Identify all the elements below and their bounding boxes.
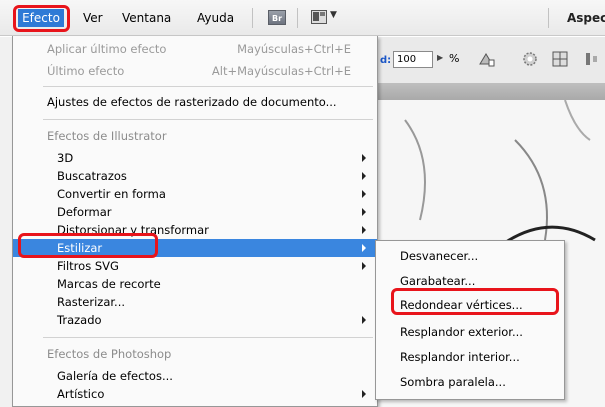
menu-item-last-effect: Último efecto Alt+Mayúsculas+Ctrl+E (13, 62, 377, 80)
submenu-arrow-icon (362, 316, 366, 324)
document-tab-bar[interactable] (375, 83, 605, 100)
bridge-button[interactable]: Br (268, 10, 286, 25)
submenu-arrow-icon (362, 244, 366, 252)
menu-item-label: Convertir en forma (57, 187, 166, 201)
menu-item-artistico[interactable]: Artístico (13, 385, 377, 403)
menu-item-label: Deformar (57, 205, 112, 219)
chevron-right-icon[interactable]: ▶ (437, 53, 443, 62)
menu-ver[interactable]: Ver (83, 9, 103, 27)
submenu-arrow-icon (362, 172, 366, 180)
menu-item-label: Buscatrazos (57, 169, 127, 183)
submenu-item-label: Sombra paralela... (400, 375, 506, 389)
menu-ventana[interactable]: Ventana (122, 9, 171, 27)
submenu-item-label: Desvanecer... (400, 249, 479, 263)
submenu-arrow-icon (362, 208, 366, 216)
zoom-label: d: (380, 55, 392, 66)
menu-item-label: Marcas de recorte (57, 277, 161, 291)
submenu-item-label: Resplandor interior... (400, 350, 520, 364)
zoom-input[interactable]: 100 (393, 51, 433, 68)
submenu-item-desvanecer[interactable]: Desvanecer... (376, 245, 564, 267)
menu-item-label: 3D (57, 151, 74, 165)
submenu-arrow-icon (362, 190, 366, 198)
menu-item-shortcut: Mayúsculas+Ctrl+E (237, 42, 351, 56)
grid-icon[interactable] (551, 50, 569, 68)
submenu-item-label: Resplandor exterior... (400, 325, 523, 339)
menu-item-label: Rasterizar... (57, 295, 126, 309)
submenu-arrow-icon (362, 226, 366, 234)
menu-separator (252, 8, 253, 28)
illustrator-effects-header: Efectos de Illustrator (13, 127, 377, 145)
aspect-label: Aspect (567, 11, 605, 25)
annotation-ring-redondear (391, 288, 559, 315)
submenu-item-resplandor-exterior[interactable]: Resplandor exterior... (376, 321, 564, 343)
menu-item-3d[interactable]: 3D (13, 149, 377, 167)
menu-item-apply-last-effect: Aplicar último efecto Mayúsculas+Ctrl+E (13, 40, 377, 58)
menu-separator (43, 86, 373, 87)
menu-item-shortcut: Alt+Mayúsculas+Ctrl+E (211, 64, 351, 78)
submenu-arrow-icon (362, 262, 366, 270)
menu-item-label: Trazado (57, 313, 102, 327)
menu-item-galeria-de-efectos[interactable]: Galería de efectos... (13, 367, 377, 385)
workspace-icon[interactable] (311, 10, 327, 25)
menu-item-rasterizar[interactable]: Rasterizar... (13, 293, 377, 311)
chevron-down-icon[interactable]: ▼ (330, 10, 337, 20)
annotation-ring-efecto (13, 5, 70, 32)
control-bar: d: 100 ▶ % (375, 37, 605, 83)
efecto-dropdown-menu: Aplicar último efecto Mayúsculas+Ctrl+E … (12, 36, 378, 407)
submenu-arrow-icon (362, 154, 366, 162)
menu-item-label: Último efecto (47, 64, 125, 78)
gear-icon[interactable] (521, 50, 539, 68)
menu-item-label: Ajustes de efectos de rasterizado de doc… (47, 95, 337, 109)
align-icon[interactable] (583, 50, 601, 68)
menu-item-filtros-svg[interactable]: Filtros SVG (13, 257, 377, 275)
menu-item-label: Aplicar último efecto (47, 42, 167, 56)
submenu-arrow-icon (362, 390, 366, 398)
menu-item-deformar[interactable]: Deformar (13, 203, 377, 221)
left-panel-edge (0, 37, 12, 407)
menu-item-convertir-en-forma[interactable]: Convertir en forma (13, 185, 377, 203)
menu-ayuda[interactable]: Ayuda (197, 9, 234, 27)
menu-item-label: Galería de efectos... (57, 369, 173, 383)
pen-tool-icon[interactable] (477, 50, 495, 68)
section-label: Efectos de Illustrator (47, 129, 167, 143)
menu-item-marcas-de-recorte[interactable]: Marcas de recorte (13, 275, 377, 293)
photoshop-effects-header: Efectos de Photoshop (13, 345, 377, 363)
menu-item-label: Filtros SVG (57, 259, 119, 273)
estilizar-submenu: Desvanecer... Garabatear... Redondear vé… (375, 240, 565, 400)
menu-item-buscatrazos[interactable]: Buscatrazos (13, 167, 377, 185)
percent-label: % (449, 52, 460, 65)
submenu-item-resplandor-interior[interactable]: Resplandor interior... (376, 346, 564, 368)
menu-separator (297, 8, 298, 28)
section-label: Efectos de Photoshop (47, 347, 172, 361)
menu-separator (548, 8, 549, 28)
menu-item-raster-settings[interactable]: Ajustes de efectos de rasterizado de doc… (13, 93, 377, 111)
menu-separator (43, 119, 373, 120)
submenu-item-sombra-paralela[interactable]: Sombra paralela... (376, 371, 564, 393)
menu-bar: Efecto Ver Ventana Ayuda Br ▼ Aspect (0, 0, 605, 36)
annotation-ring-estilizar (18, 233, 158, 258)
menu-separator (43, 337, 373, 338)
menu-item-trazado[interactable]: Trazado (13, 311, 377, 329)
menu-item-label: Artístico (57, 387, 105, 401)
